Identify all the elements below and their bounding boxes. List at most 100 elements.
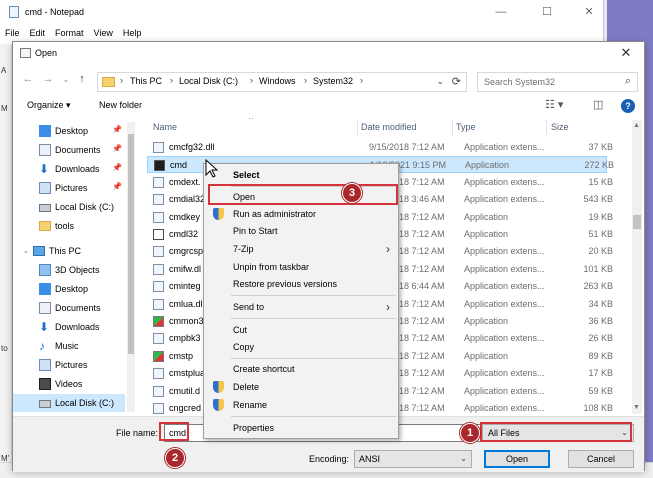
breadcrumb-this-pc[interactable]: This PC xyxy=(130,76,162,86)
address-dropdown-icon[interactable]: ⌄ xyxy=(436,76,444,87)
nav-item-downloads-2[interactable]: ⬇ Downloads xyxy=(13,318,125,336)
menu-item-copy[interactable]: Copy xyxy=(204,339,398,356)
menu-separator xyxy=(231,416,396,417)
file-type: Application extens... xyxy=(464,403,545,413)
shield-icon xyxy=(213,208,224,220)
nav-item-pictures-2[interactable]: Pictures xyxy=(13,356,125,374)
menu-item-create-shortcut[interactable]: Create shortcut xyxy=(204,361,398,378)
menu-view[interactable]: View xyxy=(89,25,118,41)
nav-item-local-disk-selected[interactable]: Local Disk (C:) xyxy=(13,394,125,412)
folder-icon xyxy=(102,77,115,87)
encoding-dropdown[interactable]: ANSI ⌄ xyxy=(354,450,472,468)
file-list-scrollbar[interactable]: ▲ ▼ xyxy=(632,120,642,414)
nav-item-desktop[interactable]: Desktop 📌 xyxy=(13,122,125,140)
close-button[interactable]: ✕ xyxy=(574,3,604,21)
nav-item-tools[interactable]: tools xyxy=(13,217,125,235)
nav-item-music[interactable]: ♪ Music xyxy=(13,337,125,355)
forward-arrow-icon[interactable]: → xyxy=(41,73,55,85)
file-size: 26 KB xyxy=(588,333,613,344)
menu-item-delete[interactable]: Delete xyxy=(204,379,398,396)
preview-pane-icon[interactable]: ◫ xyxy=(593,98,603,111)
menu-item-run-as-administrator[interactable]: Run as administrator xyxy=(204,206,398,223)
menu-item-label: Pin to Start xyxy=(233,226,278,236)
close-icon[interactable]: ✕ xyxy=(612,42,640,64)
videos-icon xyxy=(39,378,51,390)
file-type: Application xyxy=(464,229,509,239)
nav-item-videos[interactable]: Videos xyxy=(13,375,125,393)
search-icon: ⌕ xyxy=(624,75,631,87)
nav-item-3d-objects[interactable]: 3D Objects xyxy=(13,261,125,279)
encoding-label: Encoding: xyxy=(309,454,350,464)
menu-item-properties[interactable]: Properties xyxy=(204,420,398,437)
search-box[interactable]: Search System32 ⌕ xyxy=(477,72,638,92)
breadcrumb-windows[interactable]: Windows xyxy=(259,76,296,86)
help-icon[interactable]: ? xyxy=(621,99,635,113)
breadcrumb-separator: › xyxy=(360,75,363,85)
address-bar[interactable]: › This PC › Local Disk (C:) › Windows › … xyxy=(97,72,467,92)
dialog-title: Open xyxy=(35,48,58,58)
nav-item-documents-2[interactable]: Documents xyxy=(13,299,125,317)
menu-item-select[interactable]: Select xyxy=(204,167,398,184)
menu-item-label: Copy xyxy=(233,342,255,352)
file-size: 20 KB xyxy=(588,246,613,257)
menu-item-unpin-from-taskbar[interactable]: Unpin from taskbar xyxy=(204,259,398,276)
breadcrumb-local-disk[interactable]: Local Disk (C:) xyxy=(179,76,238,86)
nav-item-downloads[interactable]: ⬇ Downloads 📌 xyxy=(13,160,125,178)
scrollbar-thumb[interactable] xyxy=(128,134,134,354)
nav-item-label: Pictures xyxy=(55,183,88,193)
menu-edit[interactable]: Edit xyxy=(25,25,51,41)
file-type: Application extens... xyxy=(464,246,545,257)
file-name: cmcfg32.dll xyxy=(169,142,215,152)
scroll-down-arrow-icon[interactable]: ▼ xyxy=(633,404,640,411)
up-arrow-icon[interactable]: ↑ xyxy=(75,73,89,85)
file-date: 9/15/2018 7:12 AM xyxy=(369,142,445,152)
menu-item-label: Select xyxy=(233,170,260,180)
nav-item-local-disk[interactable]: Local Disk (C:) xyxy=(13,198,125,216)
file-type: Application xyxy=(464,350,509,361)
menu-format[interactable]: Format xyxy=(50,25,89,41)
file-type: Application extens... xyxy=(464,385,545,396)
file-type: Application extens... xyxy=(464,142,545,152)
back-arrow-icon[interactable]: ← xyxy=(21,73,35,85)
background-window-edge: A Mto M' xyxy=(0,44,12,478)
menu-separator xyxy=(231,358,396,359)
new-folder-button[interactable]: New folder xyxy=(99,100,142,110)
open-button[interactable]: Open xyxy=(484,450,550,468)
menu-item-rename[interactable]: Rename xyxy=(204,397,398,414)
folder-icon xyxy=(39,221,51,231)
pin-icon: 📌 xyxy=(112,163,122,172)
menu-item-label: Run as administrator xyxy=(233,209,317,219)
menu-item-pin-to-start[interactable]: Pin to Start xyxy=(204,223,398,240)
recent-locations-chevron-icon[interactable]: ⌄ xyxy=(59,75,73,84)
menu-item-restore-previous-versions[interactable]: Restore previous versions xyxy=(204,276,398,293)
file-size: 19 KB xyxy=(588,211,613,222)
view-options-icon[interactable]: ☷ ▾ xyxy=(545,98,563,111)
navigation-scrollbar[interactable] xyxy=(127,122,135,412)
file-size: 543 KB xyxy=(583,194,613,205)
scroll-up-arrow-icon[interactable]: ▲ xyxy=(633,122,640,129)
expand-chevron-icon[interactable]: ⌄ xyxy=(23,247,29,255)
scrollbar-thumb[interactable] xyxy=(633,215,641,229)
nav-item-pictures[interactable]: Pictures 📌 xyxy=(13,179,125,197)
maximize-button[interactable]: ☐ xyxy=(532,3,562,21)
search-input[interactable]: Search System32 xyxy=(484,77,555,87)
nav-item-label: Desktop xyxy=(55,284,89,294)
menu-file[interactable]: File xyxy=(0,25,25,41)
minimize-button[interactable]: — xyxy=(486,3,516,21)
cancel-button[interactable]: Cancel xyxy=(568,450,634,468)
table-row[interactable]: cmcfg32.dll 9/15/2018 7:12 AM Application … xyxy=(147,139,613,156)
menu-item-7zip[interactable]: 7-Zip › xyxy=(204,241,398,258)
nav-item-documents[interactable]: Documents 📌 xyxy=(13,141,125,159)
dialog-icon xyxy=(20,48,31,58)
menu-item-cut[interactable]: Cut xyxy=(204,322,398,339)
menu-item-send-to[interactable]: Send to › xyxy=(204,299,398,316)
breadcrumb-system32[interactable]: System32 xyxy=(313,76,353,86)
refresh-icon[interactable]: ⟳ xyxy=(452,75,461,88)
menu-help[interactable]: Help xyxy=(118,25,147,41)
nav-item-desktop-2[interactable]: Desktop xyxy=(13,280,125,298)
organize-button[interactable]: Organize ▾ xyxy=(27,100,71,111)
nav-item-this-pc[interactable]: ⌄ This PC xyxy=(13,242,125,260)
file-icon xyxy=(153,333,164,345)
menu-item-label: Unpin from taskbar xyxy=(233,262,310,272)
breadcrumb-separator: › xyxy=(304,75,307,85)
